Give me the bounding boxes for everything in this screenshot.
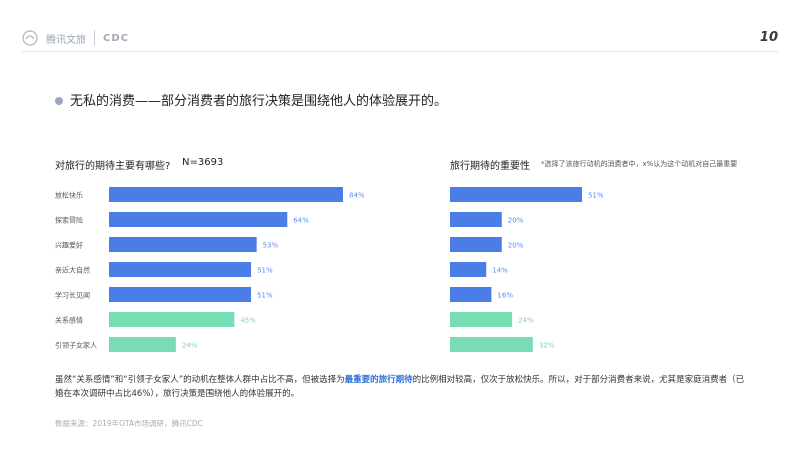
- bar: [450, 187, 582, 202]
- value-label: 51%: [257, 267, 273, 275]
- bar: [450, 312, 513, 327]
- bar: [109, 312, 235, 327]
- bar: [109, 287, 252, 302]
- bar: [450, 337, 533, 352]
- bar: [450, 212, 502, 227]
- category-label: 放松快乐: [55, 191, 83, 200]
- cdc-logo: CDC: [103, 32, 129, 44]
- bar: [450, 287, 492, 302]
- bar: [109, 212, 288, 227]
- bar: [109, 262, 252, 277]
- body-highlight: 最重要的旅行期待: [344, 375, 413, 385]
- value-label: 64%: [293, 217, 309, 225]
- body-paragraph: 虽然“关系感情”和“引领子女家人”的动机在整体人群中占比不高，但被选择为最重要的…: [55, 373, 745, 401]
- headline-bullet-icon: [55, 97, 63, 105]
- left-chart-title: 对旅行的期待主要有哪些?: [55, 161, 171, 172]
- category-label: 引领子女家人: [55, 341, 97, 350]
- value-label: 24%: [182, 342, 198, 350]
- right-chart-note: *选择了该旅行动机的消费者中，x%认为这个动机对自己最重要: [541, 160, 738, 168]
- bar: [109, 237, 257, 252]
- body-text-part1: 虽然“关系感情”和“引领子女家人”的动机在整体人群中占比不高，但被选择为: [55, 375, 345, 385]
- category-label: 兴趣爱好: [55, 241, 83, 250]
- bar: [109, 187, 343, 202]
- category-label: 关系感情: [55, 316, 83, 325]
- left-bar-chart: 放松快乐 84% 探索冒险 64% 兴趣爱好 53% 亲近大自然 51% 学习长见闻 51% 关系感…: [55, 187, 365, 352]
- tencent-culture-tourism-logo-icon: [22, 30, 38, 46]
- value-label: 24%: [518, 317, 534, 325]
- data-source: 数据来源：2019年OTA市场调研，腾讯CDC: [55, 419, 203, 428]
- value-label: 14%: [492, 267, 508, 275]
- headline: 无私的消费——部分消费者的旅行决策是围绕他人的体验展开的。: [70, 94, 448, 109]
- sample-size-label: N=3693: [182, 157, 224, 168]
- category-label: 学习长见闻: [55, 291, 90, 300]
- header-logos: 腾讯文旅 CDC: [22, 26, 129, 50]
- right-bar-chart: 51% 20% 20% 14% 16% 24% 32%: [450, 187, 604, 352]
- header-divider: [22, 51, 778, 52]
- value-label: 53%: [263, 242, 279, 250]
- right-chart-title: 旅行期待的重要性: [450, 161, 530, 172]
- bar: [450, 262, 487, 277]
- category-label: 探索冒险: [55, 216, 83, 225]
- logo-text: 腾讯文旅: [46, 34, 86, 46]
- value-label: 51%: [588, 192, 604, 200]
- bar: [109, 337, 176, 352]
- value-label: 16%: [497, 292, 513, 300]
- value-label: 45%: [240, 317, 256, 325]
- bar: [450, 237, 502, 252]
- category-label: 亲近大自然: [55, 266, 90, 275]
- value-label: 32%: [539, 342, 555, 350]
- value-label: 84%: [349, 192, 365, 200]
- value-label: 20%: [508, 242, 524, 250]
- page-number: 10: [759, 30, 778, 45]
- value-label: 20%: [508, 217, 524, 225]
- value-label: 51%: [257, 292, 273, 300]
- logo-divider: [94, 30, 95, 46]
